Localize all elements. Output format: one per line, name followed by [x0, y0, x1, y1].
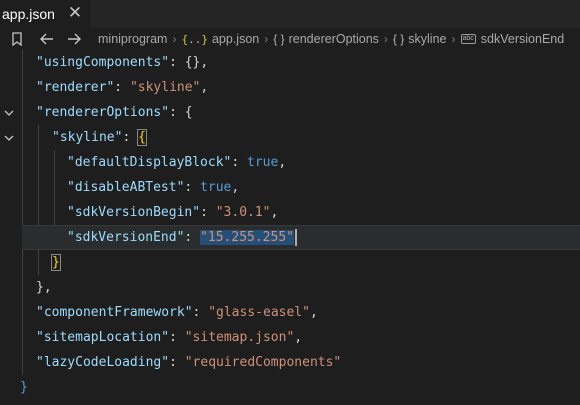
json-key: "componentFramework": [36, 305, 193, 320]
json-value: "glass-easel": [208, 305, 310, 320]
code-editor[interactable]: "usingComponents": {}, "renderer": "skyl…: [0, 50, 580, 405]
code-line: "defaultDisplayBlock": true,: [67, 155, 287, 170]
json-value: "requiredComponents": [184, 355, 342, 370]
code-line: "lazyCodeLoading": "requiredComponents": [36, 355, 342, 370]
chevron-right-icon: ›: [264, 32, 269, 46]
json-key: "disableABTest": [67, 180, 185, 195]
json-key: "lazyCodeLoading": [36, 355, 170, 370]
code-line: },: [0, 275, 580, 300]
json-value: {: [184, 105, 193, 120]
json-file-icon: {..}: [181, 32, 208, 46]
json-value: {}: [184, 55, 201, 70]
code-line: "usingComponents": {},: [36, 55, 209, 70]
closing-brace: }: [20, 380, 28, 395]
tab-bar: app.json ✕: [0, 0, 580, 28]
current-code-line: "sdkVersionEnd": "15.255.255": [22, 225, 580, 250]
json-key: "renderer": [36, 80, 115, 95]
object-icon: { }: [392, 32, 405, 46]
tab-label: app.json: [2, 6, 55, 22]
breadcrumb-item-miniprogram[interactable]: miniprogram: [98, 32, 167, 46]
code-line: "sdkVersionBegin": "3.0.1",: [67, 205, 279, 220]
forward-arrow-icon[interactable]: [64, 28, 84, 50]
code-line: "disableABTest": true,: [67, 180, 240, 195]
code-line: "renderer": "skyline",: [36, 80, 209, 95]
json-key: "defaultDisplayBlock": [67, 155, 232, 170]
json-value: {: [137, 129, 147, 146]
json-value: true: [200, 180, 232, 195]
chevron-right-icon: ›: [451, 32, 456, 46]
json-key: "sdkVersionBegin": [67, 205, 201, 220]
chevron-right-icon: ›: [383, 32, 388, 46]
text-cursor: [294, 229, 297, 246]
close-icon[interactable]: ✕: [66, 3, 84, 23]
json-value: "skyline": [129, 80, 201, 95]
json-value: "3.0.1": [215, 205, 271, 220]
closing-brace: }: [51, 254, 61, 271]
closing-brace: },: [36, 280, 52, 295]
breadcrumb-item-skyline[interactable]: skyline: [408, 32, 446, 46]
json-value: true: [247, 155, 279, 170]
code-line: "rendererOptions": {: [36, 105, 193, 120]
json-key: "rendererOptions": [36, 105, 170, 120]
json-key: "usingComponents": [36, 55, 170, 70]
json-key: "sdkVersionEnd": [67, 230, 185, 245]
breadcrumb: miniprogram › {..} app.json › { } render…: [98, 28, 564, 50]
code-line: }: [0, 375, 580, 400]
code-line: "sitemapLocation": "sitemap.json",: [36, 330, 303, 345]
object-icon: { }: [273, 32, 285, 46]
back-arrow-icon[interactable]: [37, 28, 57, 50]
bookmark-icon[interactable]: [8, 28, 26, 50]
string-property-icon: abc: [460, 34, 476, 44]
code-line: "skyline": {: [52, 129, 147, 146]
chevron-right-icon: ›: [172, 32, 177, 46]
code-line: "componentFramework": "glass-easel",: [36, 305, 318, 320]
breadcrumb-item-app-json[interactable]: app.json: [212, 32, 259, 46]
json-key: "skyline": [52, 130, 123, 145]
tab-app-json[interactable]: app.json ✕: [0, 0, 91, 28]
json-key: "sitemapLocation": [36, 330, 170, 345]
breadcrumb-item-rendereroptions[interactable]: rendererOptions: [289, 32, 379, 46]
json-value: "sitemap.json": [184, 330, 295, 345]
selected-json-value: "15.255.255": [200, 230, 294, 245]
breadcrumb-bar: miniprogram › {..} app.json › { } render…: [0, 28, 580, 50]
breadcrumb-item-sdkversionend[interactable]: sdkVersionEnd: [481, 32, 564, 46]
code-line: }: [0, 250, 580, 275]
